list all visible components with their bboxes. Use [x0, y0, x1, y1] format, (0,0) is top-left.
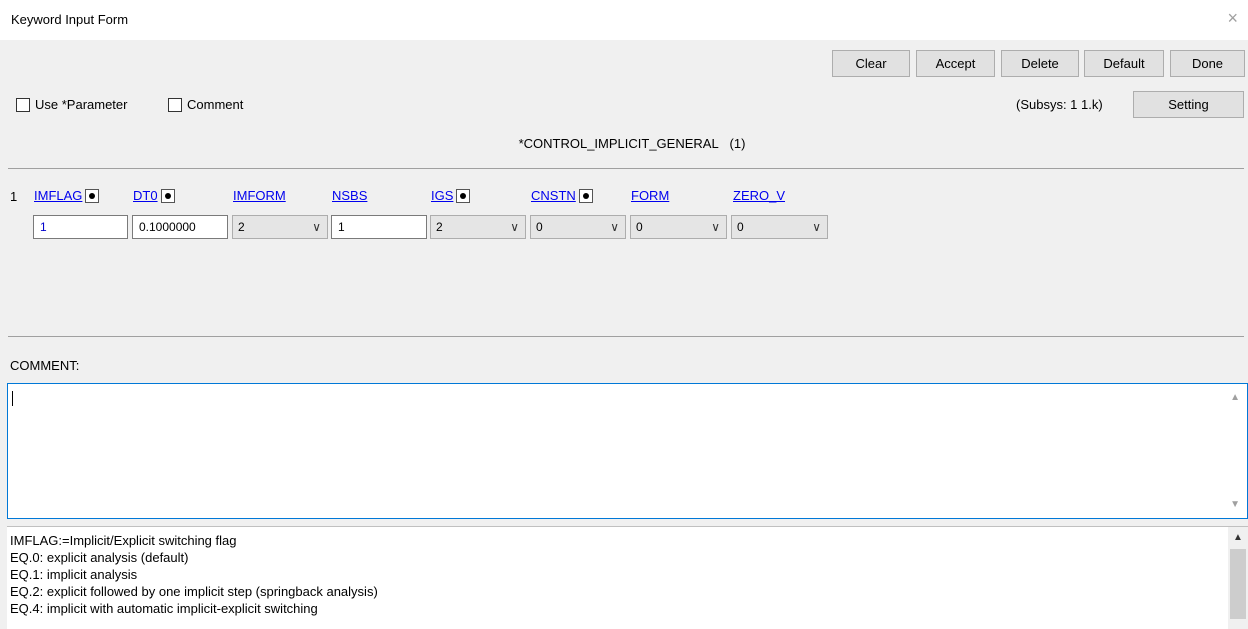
done-button[interactable]: Done: [1170, 50, 1245, 77]
dot-icon[interactable]: [456, 188, 471, 203]
field-label-imflag[interactable]: IMFLAG: [34, 188, 100, 203]
setting-button[interactable]: Setting: [1133, 91, 1244, 118]
default-button[interactable]: Default: [1084, 50, 1164, 77]
help-line: EQ.1: implicit analysis: [10, 567, 138, 582]
chevron-down-icon[interactable]: ∨: [812, 216, 821, 238]
window-title: Keyword Input Form: [11, 12, 129, 27]
field-label-text[interactable]: NSBS: [332, 188, 367, 203]
nsbs-input[interactable]: 1: [331, 215, 427, 239]
field-label-igs[interactable]: IGS: [431, 188, 471, 203]
comment-textarea[interactable]: ▲ ▼: [7, 383, 1248, 519]
select-value: 0: [737, 220, 744, 234]
imform-select[interactable]: 2 ∨: [232, 215, 328, 239]
comment-option-label: Comment: [187, 97, 244, 112]
chevron-down-icon[interactable]: ∨: [312, 216, 321, 238]
field-label-text[interactable]: IGS: [431, 188, 453, 203]
field-label-text[interactable]: FORM: [631, 188, 669, 203]
imflag-input[interactable]: 1: [33, 215, 128, 239]
field-label-zero-v[interactable]: ZERO_V: [733, 188, 785, 203]
use-parameter-label: Use *Parameter: [35, 97, 128, 112]
field-label-text[interactable]: CNSTN: [531, 188, 576, 203]
divider: [8, 168, 1244, 169]
select-value: 2: [238, 220, 245, 234]
field-label-text[interactable]: ZERO_V: [733, 188, 785, 203]
text-caret: [12, 391, 13, 406]
igs-select[interactable]: 2 ∨: [430, 215, 526, 239]
scrollbar-thumb[interactable]: [1230, 549, 1246, 619]
comment-label: COMMENT:: [10, 358, 80, 373]
scroll-down-icon[interactable]: ▼: [1230, 499, 1240, 510]
card-row-number: 1: [10, 189, 18, 204]
select-value: 0: [536, 220, 543, 234]
field-label-dt0[interactable]: DT0: [133, 188, 175, 203]
dt0-input[interactable]: 0.1000000: [132, 215, 228, 239]
dot-icon[interactable]: [85, 188, 100, 203]
use-parameter-checkbox[interactable]: Use *Parameter: [16, 97, 127, 112]
title-bar: Keyword Input Form ×: [0, 0, 1248, 40]
checkbox-box[interactable]: [16, 97, 30, 112]
help-text-panel: IMFLAG:=Implicit/Explicit switching flag…: [7, 526, 1248, 629]
field-label-cnstn[interactable]: CNSTN: [531, 188, 593, 203]
chevron-down-icon[interactable]: ∨: [610, 216, 619, 238]
field-label-text[interactable]: DT0: [133, 188, 158, 203]
field-label-text[interactable]: IMFLAG: [34, 188, 82, 203]
scroll-up-icon[interactable]: ▲: [1230, 392, 1240, 403]
clear-button[interactable]: Clear: [832, 50, 910, 77]
help-line: EQ.2: explicit followed by one implicit …: [10, 584, 378, 599]
accept-button[interactable]: Accept: [916, 50, 995, 77]
dot-icon[interactable]: [578, 188, 593, 203]
dot-icon[interactable]: [160, 188, 175, 203]
keyword-title-row: *CONTROL_IMPLICIT_GENERAL (1): [0, 136, 1248, 151]
keyword-count: (1): [729, 136, 746, 151]
zero-v-select[interactable]: 0 ∨: [731, 215, 828, 239]
comment-checkbox[interactable]: Comment: [168, 97, 243, 112]
scroll-up-icon[interactable]: ▲: [1233, 532, 1243, 543]
select-value: 2: [436, 220, 443, 234]
field-label-nsbs[interactable]: NSBS: [332, 188, 367, 203]
divider: [8, 336, 1244, 337]
checkbox-box[interactable]: [168, 97, 182, 112]
cnstn-select[interactable]: 0 ∨: [530, 215, 626, 239]
close-icon[interactable]: ×: [1227, 8, 1238, 29]
help-line: EQ.4: implicit with automatic implicit-e…: [10, 601, 318, 616]
keyword-title: *CONTROL_IMPLICIT_GENERAL: [518, 136, 719, 151]
chevron-down-icon[interactable]: ∨: [711, 216, 720, 238]
chevron-down-icon[interactable]: ∨: [510, 216, 519, 238]
field-label-text[interactable]: IMFORM: [233, 188, 286, 203]
field-label-imform[interactable]: IMFORM: [233, 188, 286, 203]
help-line: EQ.0: explicit analysis (default): [10, 550, 189, 565]
delete-button[interactable]: Delete: [1001, 50, 1079, 77]
field-label-form[interactable]: FORM: [631, 188, 669, 203]
help-line: IMFLAG:=Implicit/Explicit switching flag: [10, 533, 237, 548]
help-scrollbar[interactable]: ▲: [1228, 527, 1248, 629]
subsys-label: (Subsys: 1 1.k): [1016, 97, 1103, 112]
select-value: 0: [636, 220, 643, 234]
form-select[interactable]: 0 ∨: [630, 215, 727, 239]
